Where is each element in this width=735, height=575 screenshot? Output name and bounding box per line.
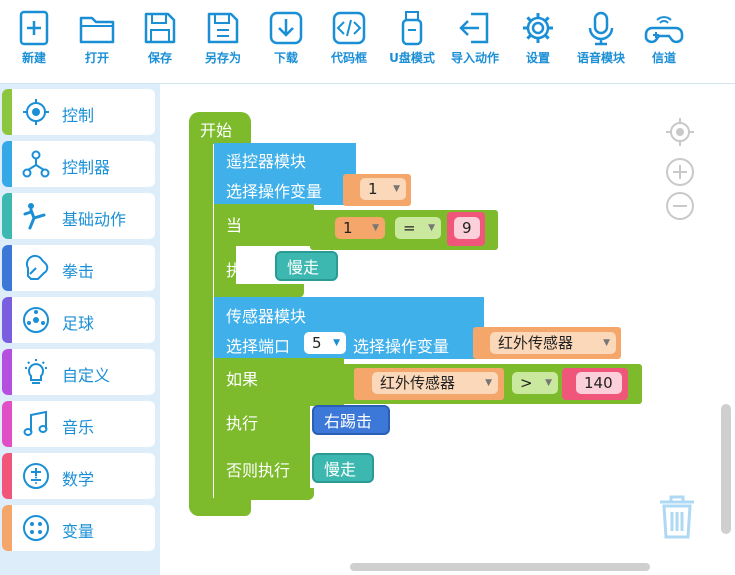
channel-button[interactable]: 信道 (631, 8, 697, 78)
category-label: 足球 (62, 314, 95, 333)
network-icon (22, 150, 50, 178)
category-label: 基础动作 (62, 210, 127, 229)
folder-icon (79, 16, 115, 44)
category-label: 变量 (62, 522, 95, 541)
category-custom[interactable]: 自定义 (2, 349, 155, 395)
if-right-value[interactable]: 140 (576, 372, 622, 394)
vertical-scrollbar[interactable] (721, 404, 731, 534)
start-block-body (189, 140, 213, 516)
category-color-bar (2, 401, 12, 447)
category-color-bar (2, 193, 12, 239)
settings-button[interactable]: 设置 (505, 8, 571, 78)
code-icon (332, 11, 366, 45)
remote-module-label: 遥控器模块 (226, 152, 307, 171)
usb-mode-button[interactable]: U盘模式 (379, 8, 445, 78)
trash-icon[interactable] (656, 494, 698, 540)
import-action-button[interactable]: 导入动作 (442, 8, 508, 78)
category-control[interactable]: 控制 (2, 89, 155, 135)
execute2-label: 执行 (226, 414, 259, 433)
toolbar: 新建 打开 保存 另存为 下载 代码框 U盘模式 导入动作 设置 语音模块 信道 (0, 0, 735, 84)
category-basic-actions[interactable]: 基础动作 (2, 193, 155, 239)
category-controller[interactable]: 控制器 (2, 141, 155, 187)
target-icon (23, 99, 49, 125)
right-kick-block[interactable]: 右踢击 (312, 405, 390, 435)
select-var2-label: 选择操作变量 (353, 337, 450, 356)
new-file-icon (19, 10, 49, 46)
category-label: 音乐 (62, 418, 95, 437)
if-label: 如果 (226, 370, 259, 389)
variable-icon (23, 515, 49, 541)
zoom-out-button[interactable] (666, 192, 694, 220)
code-button[interactable]: 代码框 (316, 8, 382, 78)
select-var-label: 选择操作变量 (226, 182, 323, 201)
new-button[interactable]: 新建 (1, 8, 67, 78)
download-button[interactable]: 下载 (253, 8, 319, 78)
start-block-bottom (189, 498, 251, 516)
if-left-dropdown[interactable]: 红外传感器 ▼ (372, 372, 498, 394)
category-color-bar (2, 349, 12, 395)
category-label: 自定义 (62, 366, 111, 385)
start-label: 开始 (200, 121, 233, 140)
select-port-label: 选择端口 (226, 337, 291, 356)
zoom-in-button[interactable] (666, 158, 694, 186)
open-button[interactable]: 打开 (64, 8, 130, 78)
category-color-bar (2, 297, 12, 343)
category-label: 拳击 (62, 262, 95, 281)
category-color-bar (2, 245, 12, 291)
category-color-bar (2, 505, 12, 551)
import-icon (459, 12, 489, 44)
calculator-icon (23, 463, 49, 489)
sensor-module-label: 传感器模块 (226, 307, 307, 326)
compare-left-dropdown[interactable]: 1 ▼ (335, 217, 385, 239)
compare-right-value[interactable]: 9 (454, 217, 480, 239)
category-color-bar (2, 141, 12, 187)
gear-icon (523, 13, 553, 43)
category-football[interactable]: 足球 (2, 297, 155, 343)
microphone-icon (588, 11, 614, 46)
save-as-icon (207, 12, 239, 44)
music-note-icon (23, 410, 48, 436)
category-variable[interactable]: 变量 (2, 505, 155, 551)
minus-icon (673, 205, 687, 207)
execute-label: 执行 (226, 261, 259, 280)
category-boxing[interactable]: 拳击 (2, 245, 155, 291)
category-color-bar (2, 453, 12, 499)
category-label: 数学 (62, 470, 95, 489)
slow-walk2-block[interactable]: 慢走 (312, 453, 374, 483)
recenter-icon[interactable] (664, 116, 696, 148)
variable-dropdown[interactable]: 1 ▼ (360, 178, 406, 200)
horizontal-scrollbar[interactable] (350, 563, 650, 571)
kick-figure-icon (23, 203, 46, 230)
download-icon (269, 11, 303, 45)
sensor-variable-dropdown[interactable]: 红外传感器 ▼ (490, 332, 616, 354)
save-button[interactable]: 保存 (127, 8, 193, 78)
if-operator-dropdown[interactable]: > ▼ (512, 372, 558, 394)
football-icon (23, 307, 49, 333)
category-math[interactable]: 数学 (2, 453, 155, 499)
when-label: 当 (226, 216, 243, 235)
port-dropdown[interactable]: 5 ▼ (304, 332, 346, 354)
save-as-button[interactable]: 另存为 (190, 8, 256, 78)
voice-module-button[interactable]: 语音模块 (568, 8, 634, 78)
lightbulb-icon (25, 359, 47, 384)
boxing-glove-icon (25, 254, 49, 280)
save-icon (144, 12, 176, 44)
slow-walk-block[interactable]: 慢走 (275, 251, 338, 281)
category-music[interactable]: 音乐 (2, 401, 155, 447)
category-label: 控制器 (62, 158, 111, 177)
else-execute-label: 否则执行 (226, 461, 291, 480)
compare-operator-dropdown[interactable]: = ▼ (395, 217, 441, 239)
if-else-footer (214, 488, 314, 500)
usb-drive-icon (401, 11, 423, 46)
when-block-footer (214, 284, 304, 298)
category-label: 控制 (62, 106, 95, 125)
plus-icon (673, 165, 687, 179)
gamepad-icon (644, 16, 684, 44)
category-color-bar (2, 89, 12, 135)
category-sidebar: 控制 控制器 基础动作 拳击 足球 自定义 音乐 数学 变量 (0, 84, 160, 575)
